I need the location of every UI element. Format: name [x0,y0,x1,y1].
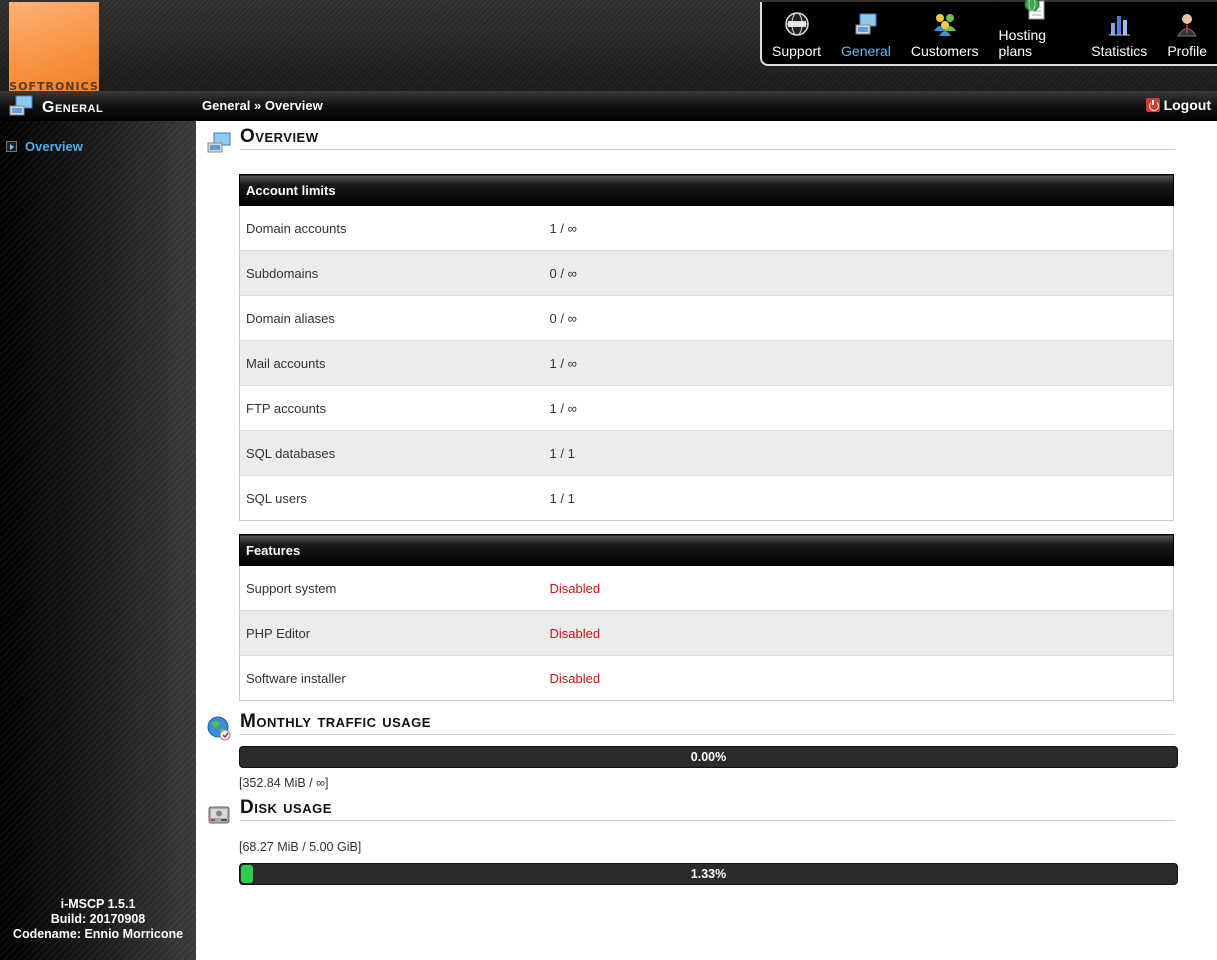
section-title-text: General [42,98,104,116]
softronics-logo[interactable]: SOFTRONICS [9,2,99,91]
nav-general[interactable]: General [831,4,901,64]
row-label: SQL users [239,475,550,521]
table-row: SQL users 1 / 1 [239,475,1174,521]
customers-people-icon [932,11,958,37]
disk-heading: Disk usage [206,797,1175,827]
row-label: PHP Editor [239,610,550,656]
table-row: Domain accounts 1 / ∞ [239,205,1174,251]
table-row: SQL databases 1 / 1 [239,430,1174,476]
row-label: Software installer [239,655,550,701]
row-label: Support system [239,565,550,611]
table-row: Software installer Disabled [239,655,1174,701]
traffic-title: Monthly traffic usage [240,711,1175,735]
general-monitor-icon [8,95,34,120]
status-disabled: Disabled [549,565,1174,611]
traffic-heading: Monthly traffic usage [206,711,1175,741]
top-navigation: Support General Customers Hosting plans … [760,0,1217,66]
row-label: FTP accounts [239,385,550,431]
traffic-progress-bar: 0.00% [239,746,1178,768]
row-value: 1 / ∞ [549,205,1174,251]
nav-hosting-plans[interactable]: Hosting plans [989,0,1082,64]
row-label: Mail accounts [239,340,550,386]
version-info: i-MSCP 1.5.1 Build: 20170908 Codename: E… [0,897,196,942]
disk-title: Disk usage [240,797,1175,821]
power-icon [1145,98,1160,112]
logout-button[interactable]: Logout [1145,97,1211,113]
disk-drive-icon [206,801,232,827]
disk-percent: 1.33% [690,867,727,881]
table-row: Mail accounts 1 / ∞ [239,340,1174,386]
traffic-globe-icon [206,715,232,741]
row-value: 1 / ∞ [549,340,1174,386]
arrow-bullet-icon [6,141,17,152]
table-row: Support system Disabled [239,565,1174,611]
traffic-percent: 0.00% [690,750,727,764]
traffic-usage: [352.84 MiB / ∞] [239,776,329,790]
general-monitor-icon [206,130,232,156]
status-disabled: Disabled [549,610,1174,656]
row-value: 1 / 1 [549,430,1174,476]
nav-support[interactable]: Support [762,4,831,64]
disk-progress-bar: 1.33% [239,863,1178,885]
row-value: 1 / 1 [549,475,1174,521]
nav-hosting-plans-label: Hosting plans [998,27,1047,59]
version-line: i-MSCP 1.5.1 [60,897,136,911]
header: SOFTRONICS Support General Customers Hos… [0,0,1217,91]
table-row: Subdomains 0 / ∞ [239,250,1174,296]
sidebar: Overview i-MSCP 1.5.1 Build: 20170908 Co… [0,121,196,960]
row-label: Subdomains [239,250,550,296]
nav-profile-label: Profile [1167,43,1207,59]
account-limits-header: Account limits [239,174,1174,206]
status-disabled: Disabled [549,655,1174,701]
row-label: SQL databases [239,430,550,476]
row-label: Domain accounts [239,205,550,251]
nav-customers[interactable]: Customers [901,4,989,64]
nav-statistics-label: Statistics [1091,43,1148,59]
overview-heading: Overview [206,126,1175,156]
row-value: 0 / ∞ [549,295,1174,341]
nav-general-label: General [841,43,891,59]
nav-profile[interactable]: Profile [1157,4,1217,64]
logout-label: Logout [1163,97,1211,113]
row-value: 0 / ∞ [549,250,1174,296]
support-globe-icon [784,11,810,37]
table-row: Domain aliases 0 / ∞ [239,295,1174,341]
main-content: Overview Account limits Domain accounts 1… [196,121,1217,960]
disk-usage: [68.27 MiB / 5.00 GiB] [239,840,362,854]
account-limits-table: Account limits Domain accounts 1 / ∞ Subd… [239,174,1174,521]
row-label: Domain aliases [239,295,550,341]
title-bar: General General » Overview Logout [0,91,1217,121]
general-monitor-icon [853,11,879,37]
sidebar-item-overview[interactable]: Overview [6,139,83,154]
nav-customers-label: Customers [910,43,979,59]
features-header: Features [239,534,1174,566]
table-row: FTP accounts 1 / ∞ [239,385,1174,431]
statistics-icon [1106,11,1132,37]
features-table: Features Support system Disabled PHP Edit… [239,534,1174,701]
table-row: PHP Editor Disabled [239,610,1174,656]
nav-statistics[interactable]: Statistics [1081,4,1157,64]
logo-text: SOFTRONICS [9,80,99,91]
section-title: General [8,95,103,120]
nav-support-label: Support [772,43,822,59]
sidebar-item-label: Overview [25,139,83,154]
page-title: Overview [240,126,1175,150]
row-value: 1 / ∞ [549,385,1174,431]
codename-line: Codename: Ennio Morricone [12,927,184,941]
breadcrumb: General » Overview [202,98,323,113]
profile-user-icon [1174,11,1200,37]
hosting-plans-icon [1022,0,1048,21]
build-line: Build: 20170908 [50,912,146,926]
